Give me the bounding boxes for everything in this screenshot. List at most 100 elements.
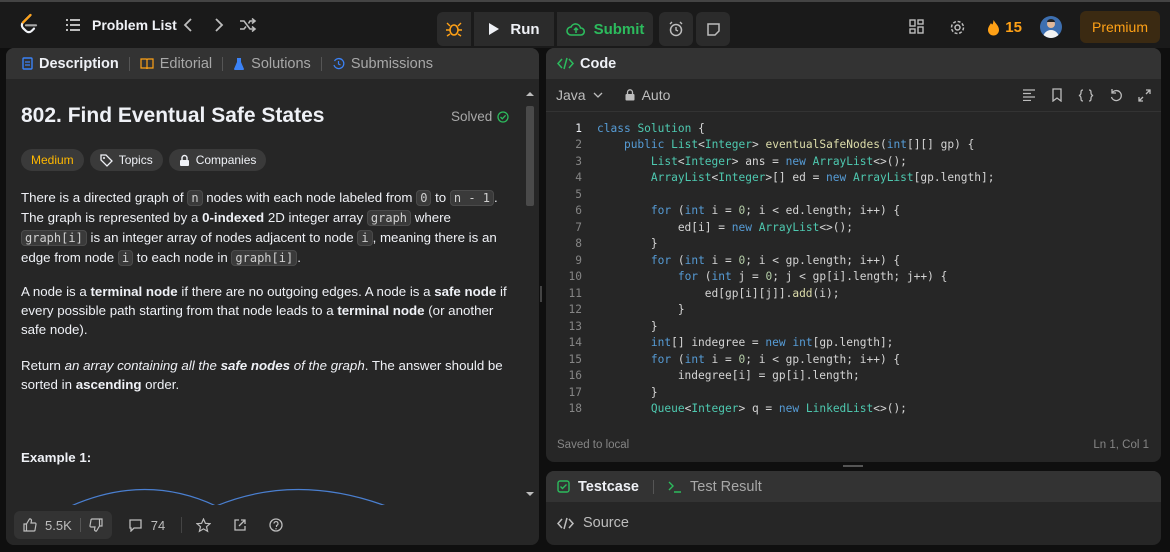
line-number: 17: [568, 385, 582, 399]
tab-testcase[interactable]: Testcase: [557, 479, 639, 495]
line-number: 16: [568, 369, 582, 383]
lock-icon: [179, 154, 189, 166]
description-footer: 5.5K 74: [6, 505, 537, 545]
star-icon[interactable]: [196, 517, 212, 533]
topics-chip[interactable]: Topics: [89, 149, 163, 171]
user-avatar[interactable]: [1039, 16, 1062, 38]
submit-button[interactable]: Submit: [557, 12, 653, 46]
code-line[interactable]: 17 }: [546, 384, 1159, 401]
vertical-resize-handle[interactable]: [540, 286, 542, 302]
code-line[interactable]: 7 ed[i] = new ArrayList<>();: [546, 219, 1159, 236]
code-text: List<Integer> ans = new ArrayList<>();: [650, 154, 907, 168]
companies-chip[interactable]: Companies: [168, 149, 267, 171]
settings-gear-icon[interactable]: [947, 17, 967, 37]
code-line[interactable]: 3 List<Integer> ans = new ArrayList<>();: [546, 153, 1159, 170]
code-line[interactable]: 5: [546, 186, 1159, 203]
notes-button[interactable]: [696, 12, 730, 46]
format-lines-icon[interactable]: [1022, 89, 1036, 101]
checkbox-icon: [557, 480, 570, 493]
comments-button[interactable]: 74: [128, 518, 165, 533]
next-problem-icon[interactable]: [209, 15, 229, 35]
code-line[interactable]: 15 for (int i = 0; i < gp.length; i++) {: [546, 351, 1159, 368]
alarm-clock-icon: [669, 21, 683, 37]
tab-editorial[interactable]: Editorial: [136, 56, 216, 72]
code-line[interactable]: 13 }: [546, 318, 1159, 335]
code-text: for (int i = 0; i < gp.length; i++) {: [650, 253, 901, 267]
like-button[interactable]: 5.5K: [14, 511, 112, 539]
shuffle-icon[interactable]: [238, 15, 258, 35]
code-text: for (int i = 0; i < gp.length; i++) {: [650, 352, 901, 366]
bookmark-icon[interactable]: [1051, 88, 1063, 102]
code-line[interactable]: 6 for (int i = 0; i < ed.length; i++) {: [546, 203, 1159, 220]
line-number: 7: [575, 220, 582, 234]
debug-button[interactable]: [437, 12, 471, 46]
code-line[interactable]: 12 }: [546, 302, 1159, 319]
thumbs-down-icon[interactable]: [89, 518, 103, 532]
code-text: public List<Integer> eventualSafeNodes(i…: [623, 138, 975, 152]
line-number: 5: [575, 187, 582, 201]
menu-list-icon[interactable]: [66, 19, 80, 31]
code-line[interactable]: 1 class Solution {: [546, 120, 1159, 137]
lock-icon: [625, 89, 635, 101]
horizontal-resize-handle[interactable]: [843, 465, 863, 467]
comment-icon: [129, 519, 142, 532]
language-select[interactable]: Java: [556, 87, 603, 103]
code-text: }: [597, 319, 658, 333]
solved-status: Solved: [451, 109, 509, 124]
expand-icon[interactable]: [1138, 88, 1151, 102]
note-icon: [706, 22, 720, 36]
code-line[interactable]: 2 public List<Integer> eventualSafeNodes…: [546, 137, 1159, 154]
code-editor[interactable]: 1 class Solution {2 public List<Integer> …: [546, 120, 1159, 417]
tab-description[interactable]: Description: [18, 56, 123, 72]
premium-button[interactable]: Premium: [1079, 11, 1160, 43]
code-line[interactable]: 8 }: [546, 236, 1159, 253]
line-number: 15: [568, 352, 582, 366]
prev-problem-icon[interactable]: [178, 15, 198, 35]
code-text: }: [597, 237, 658, 251]
code-text: ed[i] = new ArrayList<>();: [597, 220, 853, 234]
reset-icon[interactable]: [1109, 88, 1123, 102]
tab-submissions[interactable]: Submissions: [328, 56, 437, 72]
code-line[interactable]: 10 for (int j = 0; j < gp[i].length; j++…: [546, 269, 1159, 286]
problem-tags: Medium Topics Companies: [21, 149, 267, 171]
terminal-icon: [668, 481, 681, 493]
timer-button[interactable]: [659, 12, 693, 46]
source-toggle[interactable]: Source: [546, 502, 1161, 544]
chevron-down-icon: [593, 92, 603, 98]
leetcode-logo[interactable]: [17, 13, 41, 37]
code-brackets-icon: [557, 57, 574, 70]
problem-title[interactable]: 802. Find Eventual Safe States: [21, 104, 324, 128]
code-line[interactable]: 18 Queue<Integer> q = new LinkedList<>()…: [546, 401, 1159, 418]
description-scrollbar[interactable]: [524, 90, 536, 508]
run-label: Run: [510, 20, 540, 38]
code-text: class Solution {: [597, 121, 705, 135]
problem-list-link[interactable]: Problem List: [92, 17, 177, 33]
top-navbar: Problem List Run Submit 15 Premium: [0, 0, 1170, 48]
code-line[interactable]: 14 int[] indegree = new int[gp.length];: [546, 335, 1159, 352]
line-number: 12: [568, 303, 582, 317]
share-icon[interactable]: [233, 518, 247, 532]
line-number: 4: [575, 171, 582, 185]
flame-icon: [988, 19, 1000, 35]
tab-solutions[interactable]: Solutions: [229, 56, 315, 72]
run-button[interactable]: Run: [474, 12, 554, 46]
cursor-position: Ln 1, Col 1: [1093, 439, 1149, 451]
braces-icon[interactable]: [1078, 88, 1094, 102]
comment-count: 74: [150, 517, 166, 533]
help-icon[interactable]: [269, 518, 283, 532]
code-text: indegree[i] = gp[i].length;: [597, 369, 860, 383]
code-line[interactable]: 4 ArrayList<Integer>[] ed = new ArrayLis…: [546, 170, 1159, 187]
line-number: 10: [568, 270, 582, 284]
code-panel: Code Java Auto 1 class Solution {2 public…: [546, 48, 1161, 462]
code-tab[interactable]: Code: [546, 48, 1161, 79]
code-text: ed[gp[i][j]].add(i);: [597, 286, 840, 300]
code-line[interactable]: 11 ed[gp[i][j]].add(i);: [546, 285, 1159, 302]
layout-grid-icon[interactable]: [907, 17, 927, 37]
line-number: 3: [575, 154, 582, 168]
code-line[interactable]: 9 for (int i = 0; i < gp.length; i++) {: [546, 252, 1159, 269]
code-line[interactable]: 16 indegree[i] = gp[i].length;: [546, 368, 1159, 385]
tab-test-result[interactable]: Test Result: [668, 479, 762, 495]
flask-icon: [234, 57, 245, 70]
auto-mode-toggle[interactable]: Auto: [625, 87, 670, 103]
streak-counter[interactable]: 15: [987, 19, 1022, 36]
